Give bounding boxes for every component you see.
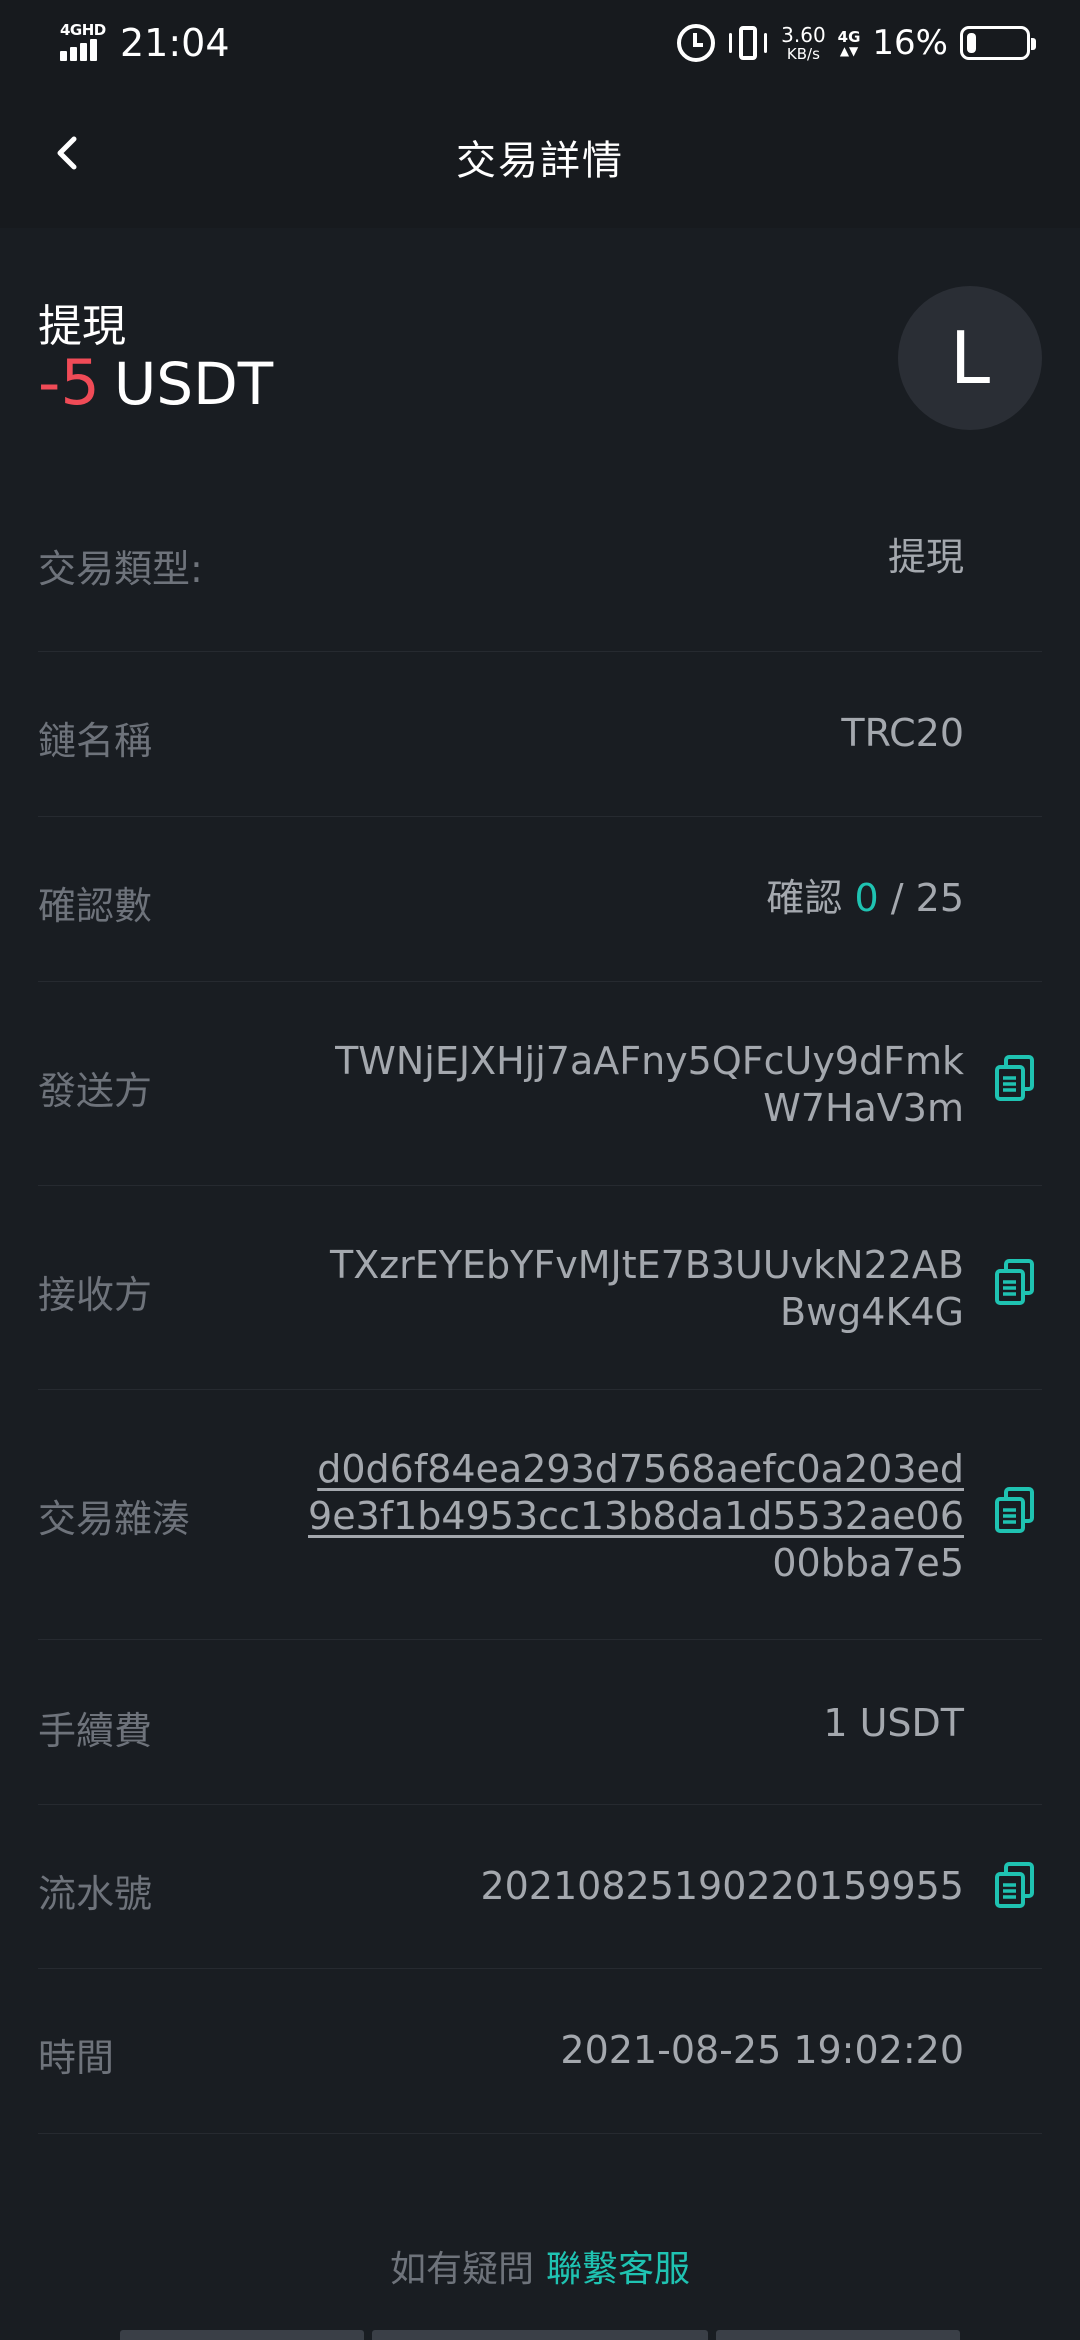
serial-number-label: 流水號 <box>38 1872 153 1916</box>
time-label: 時間 <box>38 2036 115 2080</box>
confirmations-value: 確認 0 / 25 <box>766 876 964 920</box>
bottom-bar <box>0 2330 1080 2340</box>
sender-label: 發送方 <box>38 1069 153 1113</box>
row-receiver: 接收方 TXzrEYEbYFvMJtE7B3UUvkN22ABBwg4K4G <box>38 1186 1042 1390</box>
help-footer: 如有疑問 聯繫客服 <box>0 2240 1080 2292</box>
transaction-hash-label: 交易雜湊 <box>38 1497 191 1541</box>
amount-unit: USDT <box>113 350 274 418</box>
transaction-type-value: 提現 <box>887 535 964 579</box>
serial-number-value: 20210825190220159955 <box>480 1864 964 1908</box>
time-value: 2021-08-25 19:02:20 <box>560 2028 964 2072</box>
battery-icon <box>960 26 1036 60</box>
network-speed: 3.60 KB/s <box>781 22 826 63</box>
row-chain-name: 鏈名稱 TRC20 <box>38 652 1042 817</box>
row-time: 時間 2021-08-25 19:02:20 <box>38 1969 1042 2134</box>
help-question: 如有疑問 <box>389 2249 534 2290</box>
status-time: 21:04 <box>120 21 230 65</box>
fee-value: 1 USDT <box>823 1701 964 1745</box>
transaction-hash-link[interactable]: d0d6f84ea293d7568aefc0a203ed 9e3f1b4953c… <box>308 1446 964 1587</box>
status-bar: 4GHD 21:04 3.60 KB/s 4G ▲▼ 16% <box>0 0 1080 84</box>
transaction-type-label: 交易類型: <box>38 547 203 591</box>
signal-icon: 4GHD <box>58 21 114 65</box>
network-type: 4GHD <box>60 21 106 39</box>
transaction-amount: -5 USDT <box>38 352 273 414</box>
chain-name-label: 鏈名稱 <box>38 719 153 763</box>
amount-value: -5 <box>38 346 100 419</box>
row-transaction-type: 交易類型: 提現 <box>38 498 1042 652</box>
alarm-icon <box>677 24 716 62</box>
transaction-details: 交易類型: 提現 鏈名稱 TRC20 確認數 確認 0 / 25 發送方 TWN… <box>38 498 1042 2134</box>
transaction-summary: 提現 -5 USDT L <box>0 228 1080 498</box>
row-transaction-hash: 交易雜湊 d0d6f84ea293d7568aefc0a203ed 9e3f1b… <box>38 1390 1042 1640</box>
row-sender: 發送方 TWNjEJXHjj7aAFny5QFcUy9dFmkW7HaV3m <box>38 982 1042 1186</box>
copy-icon[interactable] <box>994 1861 1036 1909</box>
confirmations-total: 25 <box>915 876 964 920</box>
sender-address: TWNjEJXHjj7aAFny5QFcUy9dFmkW7HaV3m <box>335 1039 964 1130</box>
contact-support-link[interactable]: 聯繫客服 <box>546 2249 690 2290</box>
transaction-type-title: 提現 <box>38 301 126 352</box>
vibrate-icon <box>727 24 769 62</box>
row-confirmations: 確認數 確認 0 / 25 <box>38 817 1042 982</box>
receiver-label: 接收方 <box>38 1273 153 1317</box>
page-title: 交易詳情 <box>456 138 624 184</box>
copy-icon[interactable] <box>994 1486 1036 1534</box>
network-4g-icon: 4G ▲▼ <box>837 27 861 58</box>
battery-percent: 16% <box>872 23 948 63</box>
row-fee: 手續費 1 USDT <box>38 1640 1042 1805</box>
confirmations-label: 確認數 <box>38 884 153 928</box>
fee-label: 手續費 <box>38 1709 153 1753</box>
confirmations-current: 0 <box>854 876 879 920</box>
top-nav: 交易詳情 <box>0 84 1080 228</box>
chain-name-value: TRC20 <box>841 711 964 755</box>
row-serial-number: 流水號 20210825190220159955 <box>38 1805 1042 1969</box>
receiver-address: TXzrEYEbYFvMJtE7B3UUvkN22ABBwg4K4G <box>329 1243 964 1334</box>
copy-icon[interactable] <box>994 1258 1036 1306</box>
avatar: L <box>898 286 1042 430</box>
copy-icon[interactable] <box>994 1054 1036 1102</box>
